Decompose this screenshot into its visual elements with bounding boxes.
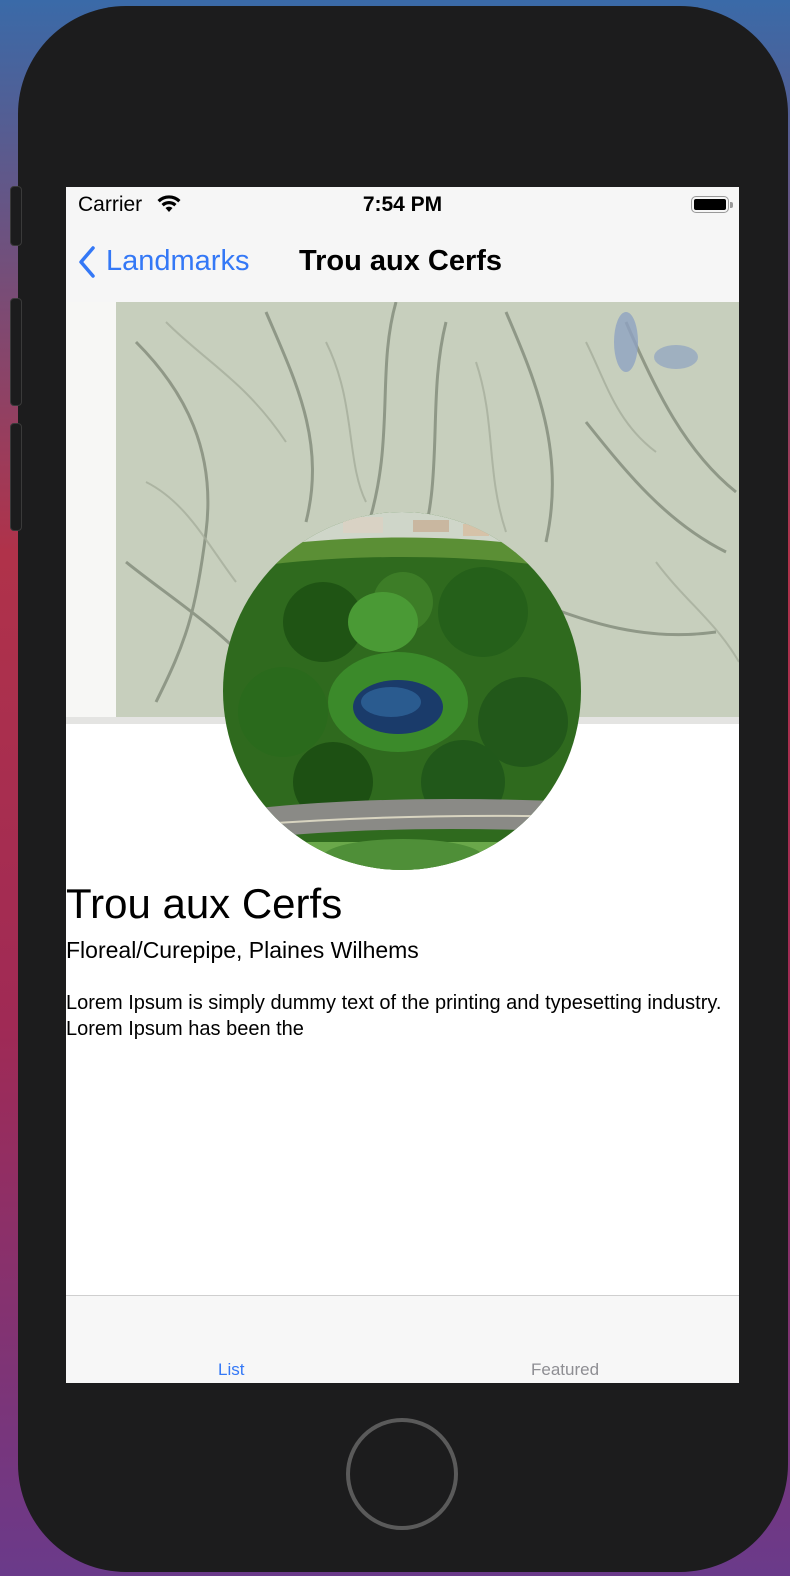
landmark-photo [223, 512, 581, 870]
chevron-left-icon [79, 245, 95, 278]
volume-down-button [10, 423, 22, 531]
volume-up-button [10, 298, 22, 406]
landmark-name: Trou aux Cerfs [66, 880, 343, 927]
home-button[interactable] [346, 1418, 458, 1530]
tab-featured[interactable]: Featured [531, 1360, 599, 1380]
tab-list[interactable]: List [218, 1360, 244, 1380]
navigation-bar: Landmarks Trou aux Cerfs [66, 227, 739, 302]
app-screen: Carrier 7:54 PM Landmarks Trou aux Cerfs [66, 187, 739, 1383]
clock: 7:54 PM [362, 193, 443, 216]
landmark-description: Lorem Ipsum is simply dummy text of the … [66, 992, 722, 1040]
landmark-location: Floreal/Curepipe, Plaines Wilhems [66, 937, 419, 963]
page-title: Trou aux Cerfs [299, 245, 503, 277]
battery-icon [691, 196, 733, 213]
tab-bar: List Featured [66, 1295, 739, 1383]
status-bar: Carrier 7:54 PM [66, 187, 739, 227]
back-button[interactable]: Landmarks [78, 245, 249, 278]
back-button-label: Landmarks [106, 245, 250, 277]
mute-switch [10, 186, 22, 246]
